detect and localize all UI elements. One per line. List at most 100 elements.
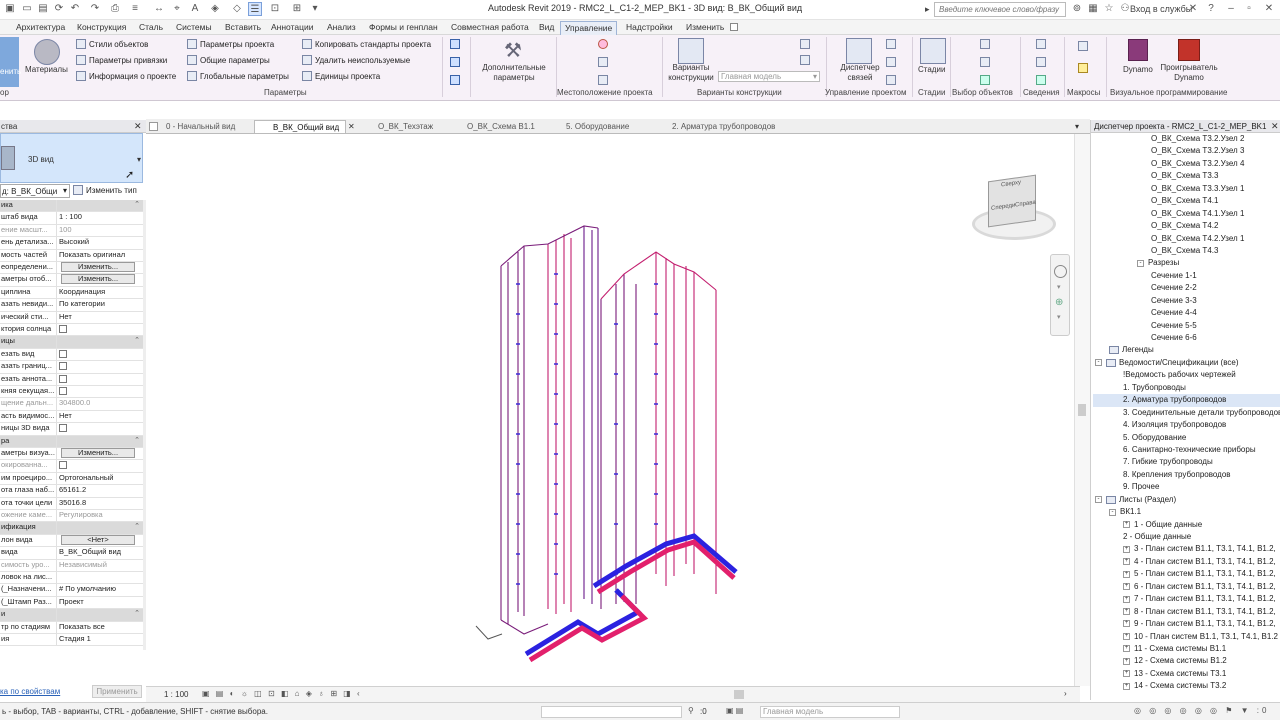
expand-icon[interactable]: + [1123,632,1130,640]
materials-button[interactable]: Материалы [25,65,68,74]
exchange-icon[interactable]: ✕ [1186,2,1200,16]
tab-massing[interactable]: Формы и генплан [369,21,438,35]
edit-selection-icon[interactable] [980,75,990,85]
collapse-group-icon[interactable]: ⌃ [134,336,140,347]
property-value[interactable]: <Нет> [57,534,143,546]
browser-item[interactable]: +5 - План систем В1.1, Т3.1, Т4.1, В1.2, [1093,568,1280,580]
design-options-button[interactable]: Варианты конструкции [665,63,717,83]
property-value[interactable]: Изменить... [57,448,143,459]
expand-icon[interactable]: + [1123,682,1130,690]
property-row[interactable]: азать границ... [0,361,143,374]
starting-view-icon[interactable] [886,39,896,49]
macro-manager-icon[interactable] [1078,41,1088,51]
project-parameters-button[interactable]: Параметры проекта [187,39,274,49]
horizontal-scroll-thumb[interactable] [734,690,744,699]
active-design-option-dropdown[interactable]: Главная модель [760,706,900,718]
browser-item[interactable]: Сечение 2-2 [1093,282,1280,294]
switch-windows-icon[interactable]: ☰ [248,2,262,16]
scroll-right-icon[interactable]: › [1064,689,1067,698]
edit-type-button[interactable]: Изменить тип [73,185,137,195]
browser-item[interactable]: +14 - Схема системы Т3.2 [1093,680,1280,692]
property-value[interactable]: Показать оригинал [57,250,143,261]
property-value[interactable]: Высокий [57,237,143,248]
property-value[interactable] [57,349,143,360]
browser-item[interactable]: +3 - План систем В1.1, Т3.1, Т4.1, В1.2, [1093,543,1280,555]
panel-schedule-icon[interactable] [450,75,460,85]
search-arrow-icon[interactable]: ▸ [925,4,930,15]
property-value[interactable] [57,423,143,434]
snaps-button[interactable]: Параметры привязки [76,55,167,65]
property-value[interactable]: 304800.0 [57,398,143,409]
subscription-icon[interactable]: ▦ [1086,2,1100,16]
property-value[interactable]: Изменить... [57,274,143,285]
tab-steel[interactable]: Сталь [139,21,163,35]
sync-icon[interactable]: ⟳ [52,2,66,16]
measure-icon[interactable]: ↔ [152,2,166,16]
dynamo-icon[interactable] [1128,39,1148,61]
property-checkbox[interactable] [59,424,67,433]
expand-icon[interactable]: + [1123,595,1130,603]
property-value[interactable]: Нет [57,411,143,422]
browser-item[interactable]: +9 - План систем В1.1, Т3.1, Т4.1, В1.2, [1093,618,1280,630]
collapse-icon[interactable]: - [1109,508,1116,516]
print-icon[interactable]: ⎙ [108,2,122,16]
property-value[interactable] [57,386,143,397]
structural-settings-icon[interactable] [450,39,460,49]
expand-icon[interactable]: + [1123,670,1130,678]
view-control-icons[interactable]: ▣ ▤ ◐ ☼ ◫ ⊡ ◧ ⌂ ◈ ♁ ⊞ ◨ ‹ [202,689,362,698]
property-value[interactable] [57,374,143,385]
open-icon[interactable]: ▭ [20,2,34,16]
binoculars-icon[interactable]: ⊚ [1070,2,1084,16]
browser-item[interactable]: 5. Оборудование [1093,432,1280,444]
tab-analyze[interactable]: Анализ [327,21,356,35]
property-row[interactable]: лон вида <Нет> [0,534,143,548]
browser-item[interactable]: +6 - План систем В1.1, Т3.1, Т4.1, В1.2, [1093,581,1280,593]
browser-item[interactable]: 3. Соединительные детали трубопроводов [1093,407,1280,419]
property-value[interactable]: 65161.2 [57,485,143,496]
selection-toggle-icons[interactable]: ◎ ◎ ◎ ◎ ◎ ◎ ⚑ ▼ :0 [1134,706,1269,715]
additional-settings-button[interactable]: Дополнительные параметры [478,63,550,83]
tab-bk-tech-floor[interactable]: О_ВК_Техэтаж [360,120,439,133]
browser-item[interactable]: Сечение 4-4 [1093,307,1280,319]
text-icon[interactable]: A [188,2,202,16]
property-row[interactable]: ень детализа... Высокий [0,237,143,250]
property-value[interactable]: Регулировка [57,510,143,521]
property-row[interactable]: штаб вида 1 : 100 [0,212,143,225]
location-icon[interactable] [598,39,608,49]
tab-bk-scheme-v1[interactable]: О_ВК_Схема В1.1 [449,120,541,133]
browser-item[interactable]: - Листы (Раздел) [1093,494,1280,506]
property-checkbox[interactable] [59,362,67,371]
tab-equipment[interactable]: 5. Оборудование [548,120,635,133]
purge-unused-button[interactable]: Удалить неиспользуемые [302,55,410,65]
tab-systems[interactable]: Системы [176,21,212,35]
browser-item[interactable]: О_ВК_Схема Т4.2 [1093,220,1280,232]
property-row[interactable]: ловок на лис... [0,572,143,585]
view-scale[interactable]: 1 : 100 [164,690,188,699]
property-row[interactable]: езать вид [0,348,143,362]
browser-item[interactable]: +12 - Схема системы В1.2 [1093,655,1280,667]
transfer-standards-button[interactable]: Копировать стандарты проекта [302,39,431,49]
collapse-group-icon[interactable]: ⌃ [134,609,140,620]
dynamo-player-button[interactable]: Проигрыватель Dynamo [1158,63,1220,83]
browser-item[interactable]: Легенды [1093,344,1280,356]
property-row[interactable]: (_Штамп Раз... Проект [0,596,143,610]
property-value[interactable] [57,324,143,335]
browser-item[interactable]: О_ВК_Схема Т4.1 [1093,195,1280,207]
expand-icon[interactable]: + [1123,620,1130,628]
browser-item[interactable]: О_ВК_Схема Т3.2.Узел 4 [1093,158,1280,170]
collapse-group-icon[interactable]: ⌃ [134,436,140,447]
browser-item[interactable]: +13 - Схема системы Т3.1 [1093,668,1280,680]
project-info-button[interactable]: Информация о проекте [76,71,176,81]
expand-icon[interactable]: + [1123,520,1130,528]
link-manager-icon[interactable] [846,38,872,64]
link-manager-button[interactable]: Диспетчер связей [834,63,886,83]
property-value[interactable]: Нет [57,312,143,323]
property-value[interactable]: 35016.8 [57,498,143,509]
minimize-icon[interactable]: – [1224,2,1238,16]
chevron-down-icon[interactable]: ▾ [1057,283,1061,291]
main-model-dropdown[interactable]: Главная модель ▾ [718,71,820,82]
maximize-icon[interactable]: ▫ [1242,2,1256,16]
tab-insert[interactable]: Вставить [225,21,261,35]
undo-icon[interactable]: ↶ [68,2,82,16]
property-value[interactable]: Изменить... [57,262,143,273]
